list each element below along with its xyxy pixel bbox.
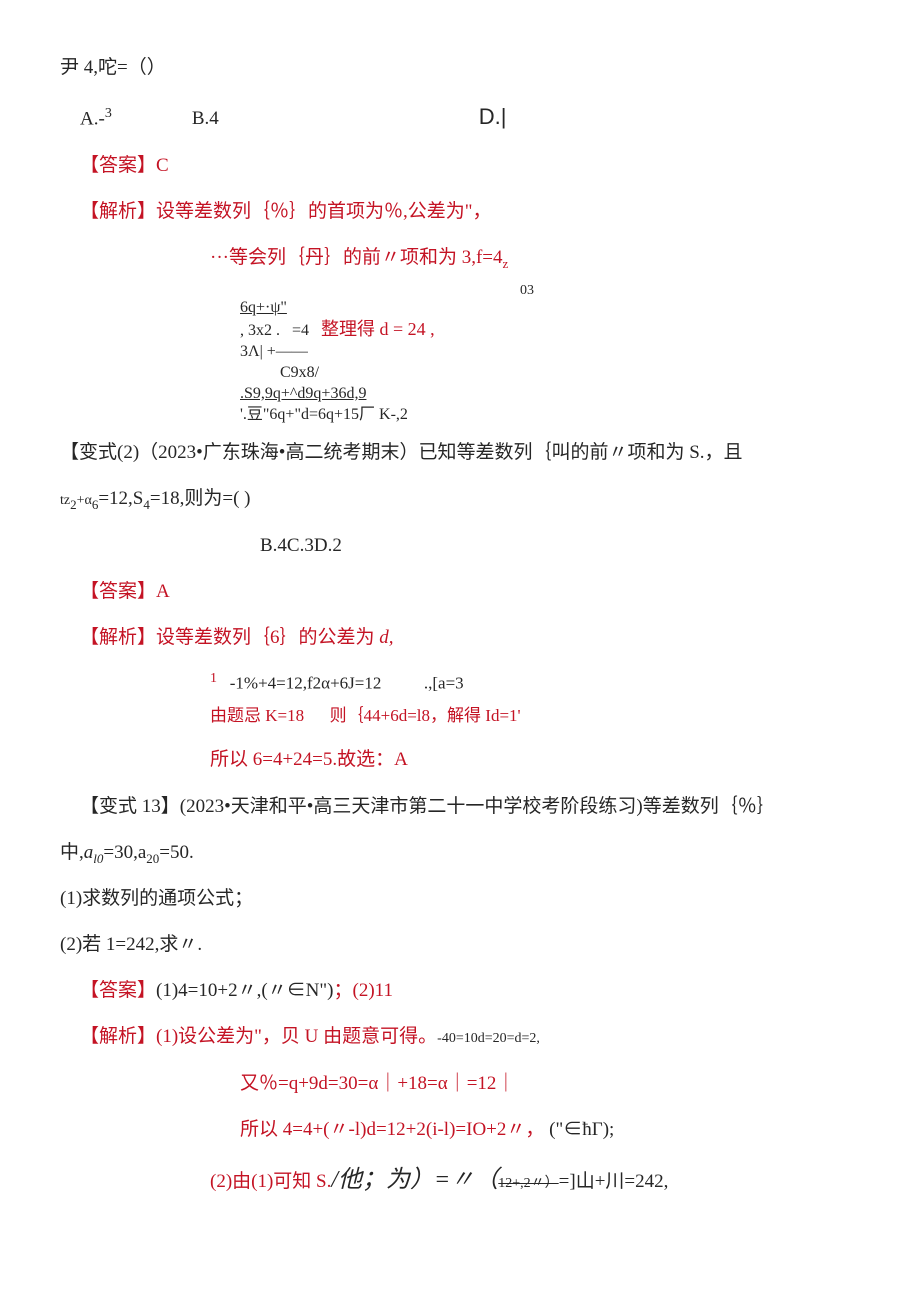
answer-label: 【答案】 [80, 155, 156, 176]
q1-options: A.-3 B.4 D.| [60, 96, 920, 138]
eq18: =18,则为=( ) [150, 488, 251, 509]
jx1a: (1)设公差为"，贝 U 由题意可得。 [156, 1026, 437, 1047]
sup1: 1 [210, 671, 217, 686]
h2-a1: a [84, 842, 94, 863]
jx4a: (2)由(1)可知 S. [210, 1171, 331, 1192]
v13-jx3: 所以 4=4+(〃-l)d=12+2(i-l)=IO+2〃， ("∈ħΓ); [60, 1112, 920, 1148]
analysis-d: d, [375, 627, 394, 648]
v13-answer: 【答案】(1)4=10+2〃,(〃∈N")；(2)11 [60, 973, 920, 1009]
h2-s1: l0 [93, 850, 103, 865]
opt-b: B.4 [192, 101, 219, 137]
calc-a1: , 3x2 . [240, 322, 280, 339]
jx2-a: 由题忌 K=18 [210, 706, 304, 725]
h2-pre: 中, [60, 842, 84, 863]
calc-frac-num: 6q+·ψ" [240, 298, 920, 319]
analysis-text-2: ···等会列｛丹｝的前〃项和为 3,f=4 [210, 247, 503, 268]
answer-value: C [156, 155, 169, 176]
jx1b: -40=10d=20=d=2, [437, 1031, 540, 1046]
q1-analysis-line1: 【解析】设等差数列｛％｝的首项为％,公差为"， [60, 194, 920, 230]
h2-end: =50. [159, 842, 193, 863]
calc-a-red: 整理得 d = 24 , [321, 319, 435, 339]
answer-label: 【答案】 [80, 980, 156, 1001]
calc-line-d: .S9,9q+^d9q+36d,9 [240, 384, 920, 405]
jx4d: =]山+川=242, [559, 1171, 669, 1192]
h2-s2: 20 [146, 850, 159, 865]
v12-jx3: 所以 6=4+24=5.故选：A [60, 742, 920, 778]
q1-analysis-line2: ···等会列｛丹｝的前〃项和为 3,f=4z [60, 240, 920, 276]
calc-line-b: 3Λ| +—— [240, 342, 920, 363]
opt-a-sup: 3 [105, 106, 112, 121]
v13-p1: (1)求数列的通项公式； [60, 881, 920, 917]
v12-jx2: 1 -1%+4=12,f2α+6J=12 .,[a=3 由题忌 K=18 则｛4… [60, 666, 920, 732]
v12-jx1: 【解析】设等差数列｛6｝的公差为 d, [60, 620, 920, 656]
ans2: (2)11 [353, 980, 393, 1001]
calc-line-a: , 3x2 . =4 整理得 d = 24 , [240, 318, 920, 342]
q1-answer: 【答案】C [60, 148, 920, 184]
v13-p2: (2)若 1=242,求〃. [60, 927, 920, 963]
answer-label: 【答案】 [80, 581, 156, 602]
v13-jx2: 又％=q+9d=30=α｜+18=α｜=12｜ [60, 1066, 920, 1102]
jx3a: 所以 6=4+24=5. [210, 749, 337, 770]
v12-options: B.4C.3D.2 [60, 528, 920, 564]
analysis-text: 设等差数列｛6｝的公差为 [156, 627, 375, 648]
analysis-label: 【解析】 [80, 627, 156, 648]
opt-d: D.| [479, 96, 507, 138]
ans1: (1)4=10+2〃,(〃∈N") [156, 980, 333, 1001]
v13-head2: 中,al0=30,a20=50. [60, 835, 920, 871]
h2-mid: =30,a [103, 842, 146, 863]
v13-head: 【变式 13】(2023•天津和平•高三天津市第二十一中学校考阶段练习)等差数列… [60, 789, 920, 825]
v13-jx4: (2)由(1)可知 S./他；为）=〃（12+,2〃）=]山+川=242, [60, 1158, 920, 1204]
v12-stem2: tz2+α6=12,S4=18,则为=( ) [60, 481, 920, 517]
v12-head: 【变式(2)（2023•广东珠海•高二统考期末）已知等差数列｛叫的前〃项和为 S… [60, 435, 920, 471]
opt-a-pre: A.- [80, 108, 105, 129]
q1-stem: 尹 4,咜=（） [60, 50, 920, 86]
v13-jx1: 【解析】(1)设公差为"，贝 U 由题意可得。-40=10d=20=d=2, [60, 1019, 920, 1055]
q1-calc-block: 6q+·ψ" , 3x2 . =4 整理得 d = 24 , 3Λ| +—— C… [240, 298, 920, 426]
a6: +α [77, 493, 92, 508]
jx4c: 12+,2〃） [498, 1176, 558, 1191]
analysis-text-1: 设等差数列｛％｝的首项为％,公差为"， [156, 201, 492, 222]
jx3b: 故选：A [337, 749, 408, 770]
v12-answer: 【答案】A [60, 574, 920, 610]
jx2-right-top: .,[a=3 [424, 674, 464, 693]
sub-03: 03 [520, 287, 920, 294]
jx2-top: -1%+4=12,f2α+6J=12 [230, 674, 382, 693]
ans-sep: ； [333, 980, 352, 1001]
eq12: =12,S [98, 488, 143, 509]
calc-line-c: C9x8/ [240, 363, 920, 384]
jx2-mid: 则｛44+6d=l8， [330, 706, 447, 725]
calc-line-e: '.豆"6q+"d=6q+15厂 K-,2 [240, 405, 920, 426]
opt-a: A.-3 [80, 101, 112, 137]
calc-a-eq: =4 [292, 322, 309, 339]
analysis-label: 【解析】 [80, 1026, 156, 1047]
tz: tz [60, 493, 70, 508]
analysis-label: 【解析】 [80, 201, 156, 222]
jx4b: /他；为）=〃（ [331, 1167, 498, 1193]
answer-value: A [156, 581, 170, 602]
jx3: 所以 4=4+(〃-l)d=12+2(i-l)=IO+2〃， [240, 1119, 544, 1140]
sub-z: z [503, 256, 509, 271]
jx2-right-mid: 解得 Id=1' [447, 706, 521, 725]
jx3b: ("∈ħΓ); [549, 1119, 614, 1140]
